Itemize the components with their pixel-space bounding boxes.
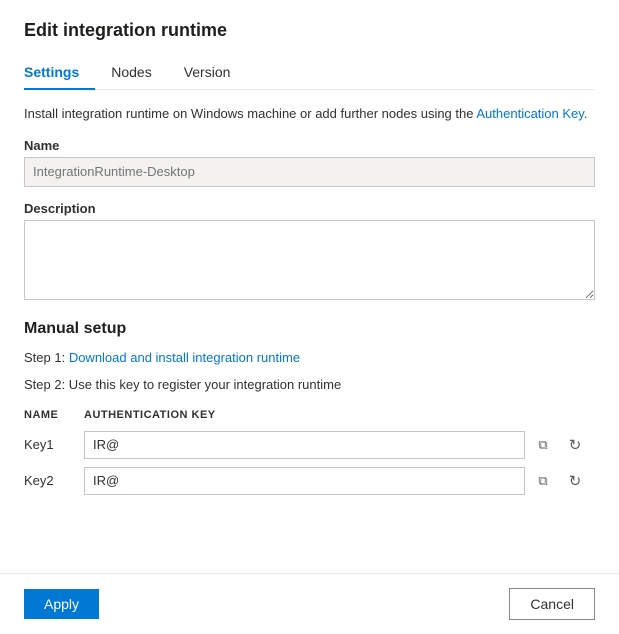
key1-cell xyxy=(84,427,595,463)
key-table: NAME AUTHENTICATION KEY Key1 xyxy=(24,405,595,499)
cancel-button[interactable]: Cancel xyxy=(509,588,595,620)
key2-copy-icon xyxy=(538,472,547,489)
name-field-group: Name xyxy=(24,138,595,187)
description-label: Description xyxy=(24,201,595,216)
info-text-before: Install integration runtime on Windows m… xyxy=(24,106,476,121)
key2-cell xyxy=(84,463,595,499)
key1-input[interactable] xyxy=(84,431,525,459)
description-input[interactable] xyxy=(24,220,595,300)
step1-prefix: Step 1: xyxy=(24,350,69,365)
key2-input[interactable] xyxy=(84,467,525,495)
col-header-auth-key: AUTHENTICATION KEY xyxy=(84,405,595,427)
key1-refresh-button[interactable] xyxy=(561,431,589,459)
main-content: Edit integration runtime Settings Nodes … xyxy=(0,0,619,573)
key2-label: Key2 xyxy=(24,463,84,499)
info-text-after: . xyxy=(584,106,588,121)
key-row-1: Key1 xyxy=(24,427,595,463)
footer: Apply Cancel xyxy=(0,573,619,634)
apply-button[interactable]: Apply xyxy=(24,589,99,619)
key1-copy-button[interactable] xyxy=(529,431,557,459)
tab-bar: Settings Nodes Version xyxy=(24,55,595,90)
key1-label: Key1 xyxy=(24,427,84,463)
tab-version[interactable]: Version xyxy=(184,56,247,90)
key2-copy-button[interactable] xyxy=(529,467,557,495)
tab-settings[interactable]: Settings xyxy=(24,56,95,90)
auth-key-link[interactable]: Authentication Key xyxy=(476,106,583,121)
col-header-name: NAME xyxy=(24,405,84,427)
key1-copy-icon xyxy=(538,436,547,453)
key-row-2: Key2 xyxy=(24,463,595,499)
step1-text: Step 1: Download and install integration… xyxy=(24,348,595,368)
description-field-group: Description xyxy=(24,201,595,300)
key2-refresh-button[interactable] xyxy=(561,467,589,495)
name-input[interactable] xyxy=(24,157,595,187)
manual-setup-title: Manual setup xyxy=(24,320,595,338)
tab-nodes[interactable]: Nodes xyxy=(111,56,167,90)
key2-refresh-icon xyxy=(569,472,582,490)
name-label: Name xyxy=(24,138,595,153)
step2-text: Step 2: Use this key to register your in… xyxy=(24,375,595,395)
key1-input-wrapper xyxy=(84,431,589,459)
key1-refresh-icon xyxy=(569,436,582,454)
page-title: Edit integration runtime xyxy=(24,20,595,41)
key2-input-wrapper xyxy=(84,467,589,495)
info-text: Install integration runtime on Windows m… xyxy=(24,104,595,124)
download-link[interactable]: Download and install integration runtime xyxy=(69,350,300,365)
